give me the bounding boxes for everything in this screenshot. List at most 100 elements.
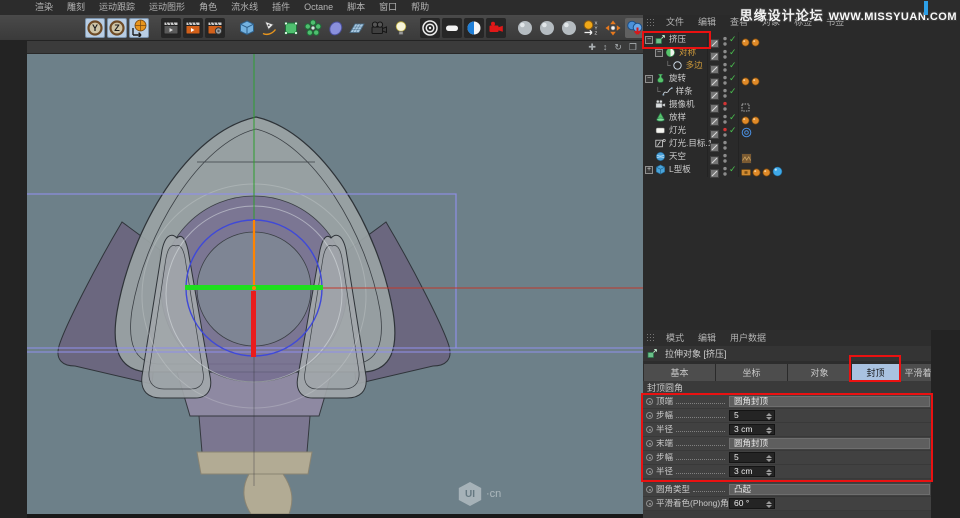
visibility-dots-icon[interactable] <box>722 164 728 182</box>
render-picture-viewer-button[interactable] <box>183 17 203 38</box>
attribute-menu-item[interactable]: 用户数据 <box>723 333 773 343</box>
animation-toggle-icon[interactable] <box>646 440 653 447</box>
object-row[interactable]: 灯光.目标.1 <box>643 137 960 152</box>
rotate-view-icon[interactable]: ↻ <box>614 42 622 52</box>
phong-tag[interactable] <box>762 164 771 182</box>
attribute-menu-item[interactable]: 编辑 <box>691 333 723 343</box>
attribute-dropdown[interactable]: 圆角封顶 <box>729 438 930 449</box>
enabled-check-icon[interactable]: ✓ <box>729 124 737 137</box>
camera-button[interactable] <box>369 18 389 38</box>
animation-toggle-icon[interactable] <box>646 468 653 475</box>
material-ball-3[interactable] <box>559 18 579 38</box>
menubar-item[interactable]: 运动跟踪 <box>92 3 142 12</box>
tree-expander-icon[interactable]: + <box>645 165 653 174</box>
panel-grip-icon[interactable] <box>646 18 655 27</box>
octane-camera-button[interactable] <box>486 17 506 38</box>
object-manager-menu-item[interactable]: 书签 <box>819 18 851 27</box>
tree-expander-icon[interactable]: − <box>645 74 653 83</box>
tab-0[interactable]: 基本 <box>644 364 716 381</box>
material-ball-1[interactable] <box>515 18 535 38</box>
menubar-item[interactable]: 脚本 <box>340 3 372 12</box>
stepper-arrows-icon[interactable] <box>766 501 772 508</box>
stepper-arrows-icon[interactable] <box>766 469 772 476</box>
render-settings-button[interactable] <box>205 17 225 38</box>
add-primitive-cube-button[interactable] <box>237 18 257 38</box>
attribute-dropdown[interactable]: 凸起 <box>729 484 930 495</box>
object-row[interactable]: − 挤压 ✓ <box>643 33 960 48</box>
object-manager-menu-item[interactable]: 查看 <box>723 18 755 27</box>
tree-expander-icon[interactable]: − <box>645 35 653 44</box>
object-row[interactable]: 灯光 ✓ <box>643 124 960 139</box>
menubar-item[interactable]: Octane <box>297 3 340 12</box>
enabled-check-icon[interactable]: ✓ <box>729 85 737 98</box>
enabled-check-icon[interactable]: ✓ <box>729 59 737 72</box>
attribute-menu-item[interactable]: 模式 <box>659 333 691 343</box>
deformer-button[interactable] <box>325 18 345 38</box>
object-row[interactable]: 天空 <box>643 150 960 165</box>
center-axis-button[interactable] <box>603 18 623 38</box>
tab-4[interactable]: 平滑着色(Ph <box>900 364 931 381</box>
phong-tag[interactable] <box>752 164 761 182</box>
attribute-spinner[interactable]: 5 <box>729 410 775 421</box>
axis-z-lock-button[interactable]: Z <box>107 17 127 38</box>
menubar-item[interactable]: 雕刻 <box>60 3 92 12</box>
enabled-check-icon[interactable]: ✓ <box>729 72 737 85</box>
attribute-spinner[interactable]: 5 <box>729 452 775 463</box>
object-row[interactable]: − 对称 ✓ <box>643 46 960 61</box>
generator-subdivision-button[interactable] <box>281 18 301 38</box>
sds-tag[interactable] <box>772 164 783 182</box>
tab-caps-selected[interactable]: 封顶 <box>852 364 900 381</box>
tab-1[interactable]: 坐标 <box>716 364 788 381</box>
toggle-view-icon[interactable]: ❐ <box>629 42 637 52</box>
floor-button[interactable] <box>347 18 367 38</box>
object-row[interactable]: └ 样条 ✓ <box>643 85 960 100</box>
attribute-spinner[interactable]: 60 ° <box>729 498 775 509</box>
object-row[interactable]: 摄像机 <box>643 98 960 113</box>
object-manager-menu-item[interactable]: 标签 <box>787 18 819 27</box>
octane-materials-button[interactable] <box>464 17 484 38</box>
octane-live-viewer-button[interactable] <box>420 17 440 38</box>
object-manager-menu-item[interactable]: 文件 <box>659 18 691 27</box>
viewport-canvas[interactable]: UI ·cn <box>27 54 643 514</box>
object-manager-menu-item[interactable]: 编辑 <box>691 18 723 27</box>
animation-toggle-icon[interactable] <box>646 426 653 433</box>
coordinate-system-button[interactable] <box>129 17 149 38</box>
stepper-arrows-icon[interactable] <box>766 455 772 462</box>
animation-toggle-icon[interactable] <box>646 500 653 507</box>
material-ball-2[interactable] <box>537 18 557 38</box>
spline-pen-button[interactable] <box>259 18 279 38</box>
light-button[interactable] <box>391 18 411 38</box>
object-row[interactable]: └ 多边 ✓ <box>643 59 960 74</box>
animation-toggle-icon[interactable] <box>646 412 653 419</box>
render-view-button[interactable] <box>161 17 181 38</box>
mograph-button[interactable] <box>303 18 323 38</box>
menubar-item[interactable]: 流水线 <box>224 3 265 12</box>
menubar-item[interactable]: 渲染 <box>28 3 60 12</box>
enabled-check-icon[interactable]: ✓ <box>729 46 737 59</box>
edit-toggle-icon[interactable] <box>710 165 719 183</box>
pan-view-icon[interactable]: ✚ <box>588 42 596 52</box>
animation-toggle-icon[interactable] <box>646 454 653 461</box>
texture-tag[interactable] <box>741 164 751 182</box>
object-row[interactable]: + L型板 ✓ <box>643 163 960 178</box>
octane-objects-button[interactable] <box>442 17 462 38</box>
workplane-axis-button[interactable]: XYZ <box>581 18 601 38</box>
object-row[interactable]: 放样 ✓ <box>643 111 960 126</box>
tree-expander-icon[interactable]: − <box>655 48 663 57</box>
enabled-check-icon[interactable]: ✓ <box>729 33 737 46</box>
zoom-view-icon[interactable]: ↕ <box>603 42 608 52</box>
stepper-arrows-icon[interactable] <box>766 413 772 420</box>
menubar-item[interactable]: 插件 <box>265 3 297 12</box>
stepper-arrows-icon[interactable] <box>766 427 772 434</box>
object-row[interactable]: − 旋转 ✓ <box>643 72 960 87</box>
menubar-item[interactable]: 角色 <box>192 3 224 12</box>
object-manager-menu-item[interactable]: 对象 <box>755 18 787 27</box>
tab-2[interactable]: 对象 <box>788 364 852 381</box>
enabled-check-icon[interactable]: ✓ <box>729 111 737 124</box>
enabled-check-icon[interactable]: ✓ <box>729 163 737 176</box>
menubar-item[interactable]: 运动图形 <box>142 3 192 12</box>
attribute-dropdown[interactable]: 圆角封顶 <box>729 396 930 407</box>
drop-to-floor-button[interactable] <box>625 17 645 38</box>
attribute-spinner[interactable]: 3 cm <box>729 466 775 477</box>
axis-y-lock-button[interactable]: Y <box>85 17 105 38</box>
